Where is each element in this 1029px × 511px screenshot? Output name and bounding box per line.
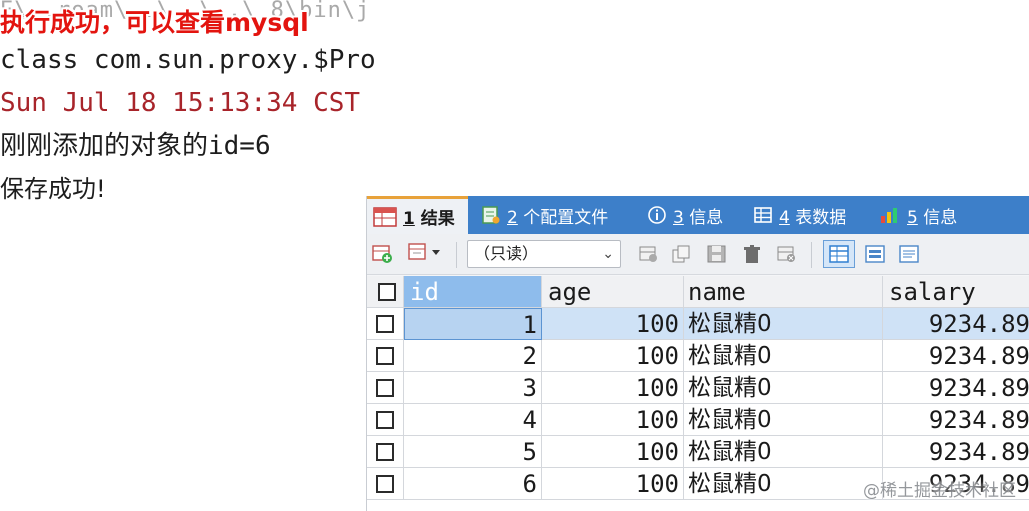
query-result-panel: 1 结果 2 个配置文件 3 信息 4 表数据 5 信息 （只读） ⌄ id a… [366,196,1029,511]
tab-status-info-num: 5 [907,207,918,228]
row-checkbox[interactable] [367,372,404,404]
tab-result-num: 1 [403,209,415,229]
tab-status-info-label: 信息 [923,207,958,228]
cell-name[interactable]: 松鼠精0 [684,340,883,372]
tab-result[interactable]: 1 结果 [367,196,468,234]
status-info-icon [879,205,901,225]
discard-changes-icon[interactable] [775,243,799,265]
cell-name[interactable]: 松鼠精0 [684,372,883,404]
date-line: Sun Jul 18 15:13:34 CST [0,88,361,118]
cell-age[interactable]: 100 [542,372,684,404]
cell-id[interactable]: 5 [404,436,542,468]
inserted-id-line: 刚刚添加的对象的id=6 [0,131,271,161]
profile-icon [481,205,501,225]
success-annotation: 执行成功，可以查看mysql [0,8,309,37]
cell-id[interactable]: 2 [404,340,542,372]
cell-salary[interactable]: 9234.89 [883,404,1029,436]
read-only-select[interactable]: （只读） ⌄ [467,240,621,268]
tab-table-data-num: 4 [779,207,790,228]
table-row[interactable]: 5 100 松鼠精0 9234.89 [367,436,1029,468]
result-toolbar: （只读） ⌄ [367,234,1029,275]
column-header-id[interactable]: id [404,276,542,308]
grid-result-icon [373,206,397,227]
grid-view-icon[interactable] [823,240,855,268]
delete-icon[interactable] [741,243,765,265]
row-checkbox[interactable] [367,404,404,436]
watermark: @稀土掘金技术社区 [863,481,1016,501]
grid-header-row: id age name salary [367,276,1029,308]
read-only-select-value: （只读） [474,244,539,263]
save-icon[interactable] [705,243,729,265]
cell-age[interactable]: 100 [542,404,684,436]
refresh-icon[interactable] [637,243,661,265]
tab-info[interactable]: 3 信息 [647,196,723,234]
cell-name[interactable]: 松鼠精0 [684,308,883,340]
tab-table-data-label: 表数据 [795,207,847,228]
row-checkbox[interactable] [367,308,404,340]
cell-salary[interactable]: 9234.89 [883,308,1029,340]
row-checkbox[interactable] [367,468,404,500]
result-tabbar: 1 结果 2 个配置文件 3 信息 4 表数据 5 信息 [367,196,1029,234]
tab-profiles-label: 个配置文件 [523,207,609,228]
save-success-line: 保存成功! [0,175,106,203]
toolbar-divider [811,242,812,268]
column-header-name[interactable]: name [684,276,883,308]
cell-age[interactable]: 100 [542,436,684,468]
cell-salary[interactable]: 9234.89 [883,340,1029,372]
cell-id[interactable]: 6 [404,468,542,500]
cell-name[interactable]: 松鼠精0 [684,404,883,436]
cell-age[interactable]: 100 [542,468,684,500]
cell-id[interactable]: 4 [404,404,542,436]
tab-profiles[interactable]: 2 个配置文件 [481,196,608,234]
form-view-dropdown[interactable] [405,243,445,265]
add-record-icon[interactable] [371,243,395,265]
cell-id[interactable]: 3 [404,372,542,404]
table-row[interactable]: 1 100 松鼠精0 9234.89 [367,308,1029,340]
table-data-icon [753,205,773,225]
column-header-age[interactable]: age [542,276,684,308]
form-view-icon[interactable] [863,243,887,265]
select-all-checkbox[interactable] [367,276,404,308]
cell-salary[interactable]: 9234.89 [883,372,1029,404]
console-output: E\ .roam\ .\ .\ .\ 8\bin\j 执行成功，可以查看mysq… [0,0,420,215]
chevron-down-icon: ⌄ [602,246,614,262]
tab-info-label: 信息 [689,207,724,228]
table-row[interactable]: 4 100 松鼠精0 9234.89 [367,404,1029,436]
tab-status-info[interactable]: 5 信息 [879,196,957,234]
tab-table-data[interactable]: 4 表数据 [753,196,846,234]
cell-salary[interactable]: 9234.89 [883,436,1029,468]
tab-result-label: 结果 [420,209,455,229]
tab-info-num: 3 [673,207,684,228]
copy-record-icon[interactable] [670,243,694,265]
table-row[interactable]: 2 100 松鼠精0 9234.89 [367,340,1029,372]
table-row[interactable]: 3 100 松鼠精0 9234.89 [367,372,1029,404]
text-view-icon[interactable] [897,243,921,265]
cell-name[interactable]: 松鼠精0 [684,468,883,500]
row-checkbox[interactable] [367,436,404,468]
cell-age[interactable]: 100 [542,308,684,340]
toolbar-divider [456,242,457,268]
cell-age[interactable]: 100 [542,340,684,372]
info-icon [647,205,667,225]
cell-id[interactable]: 1 [404,308,542,340]
class-line: class com.sun.proxy.$Pro [0,45,376,75]
column-header-salary[interactable]: salary [883,276,1029,308]
tab-profiles-num: 2 [507,207,518,228]
row-checkbox[interactable] [367,340,404,372]
cell-name[interactable]: 松鼠精0 [684,436,883,468]
form-view-icon [408,242,442,266]
